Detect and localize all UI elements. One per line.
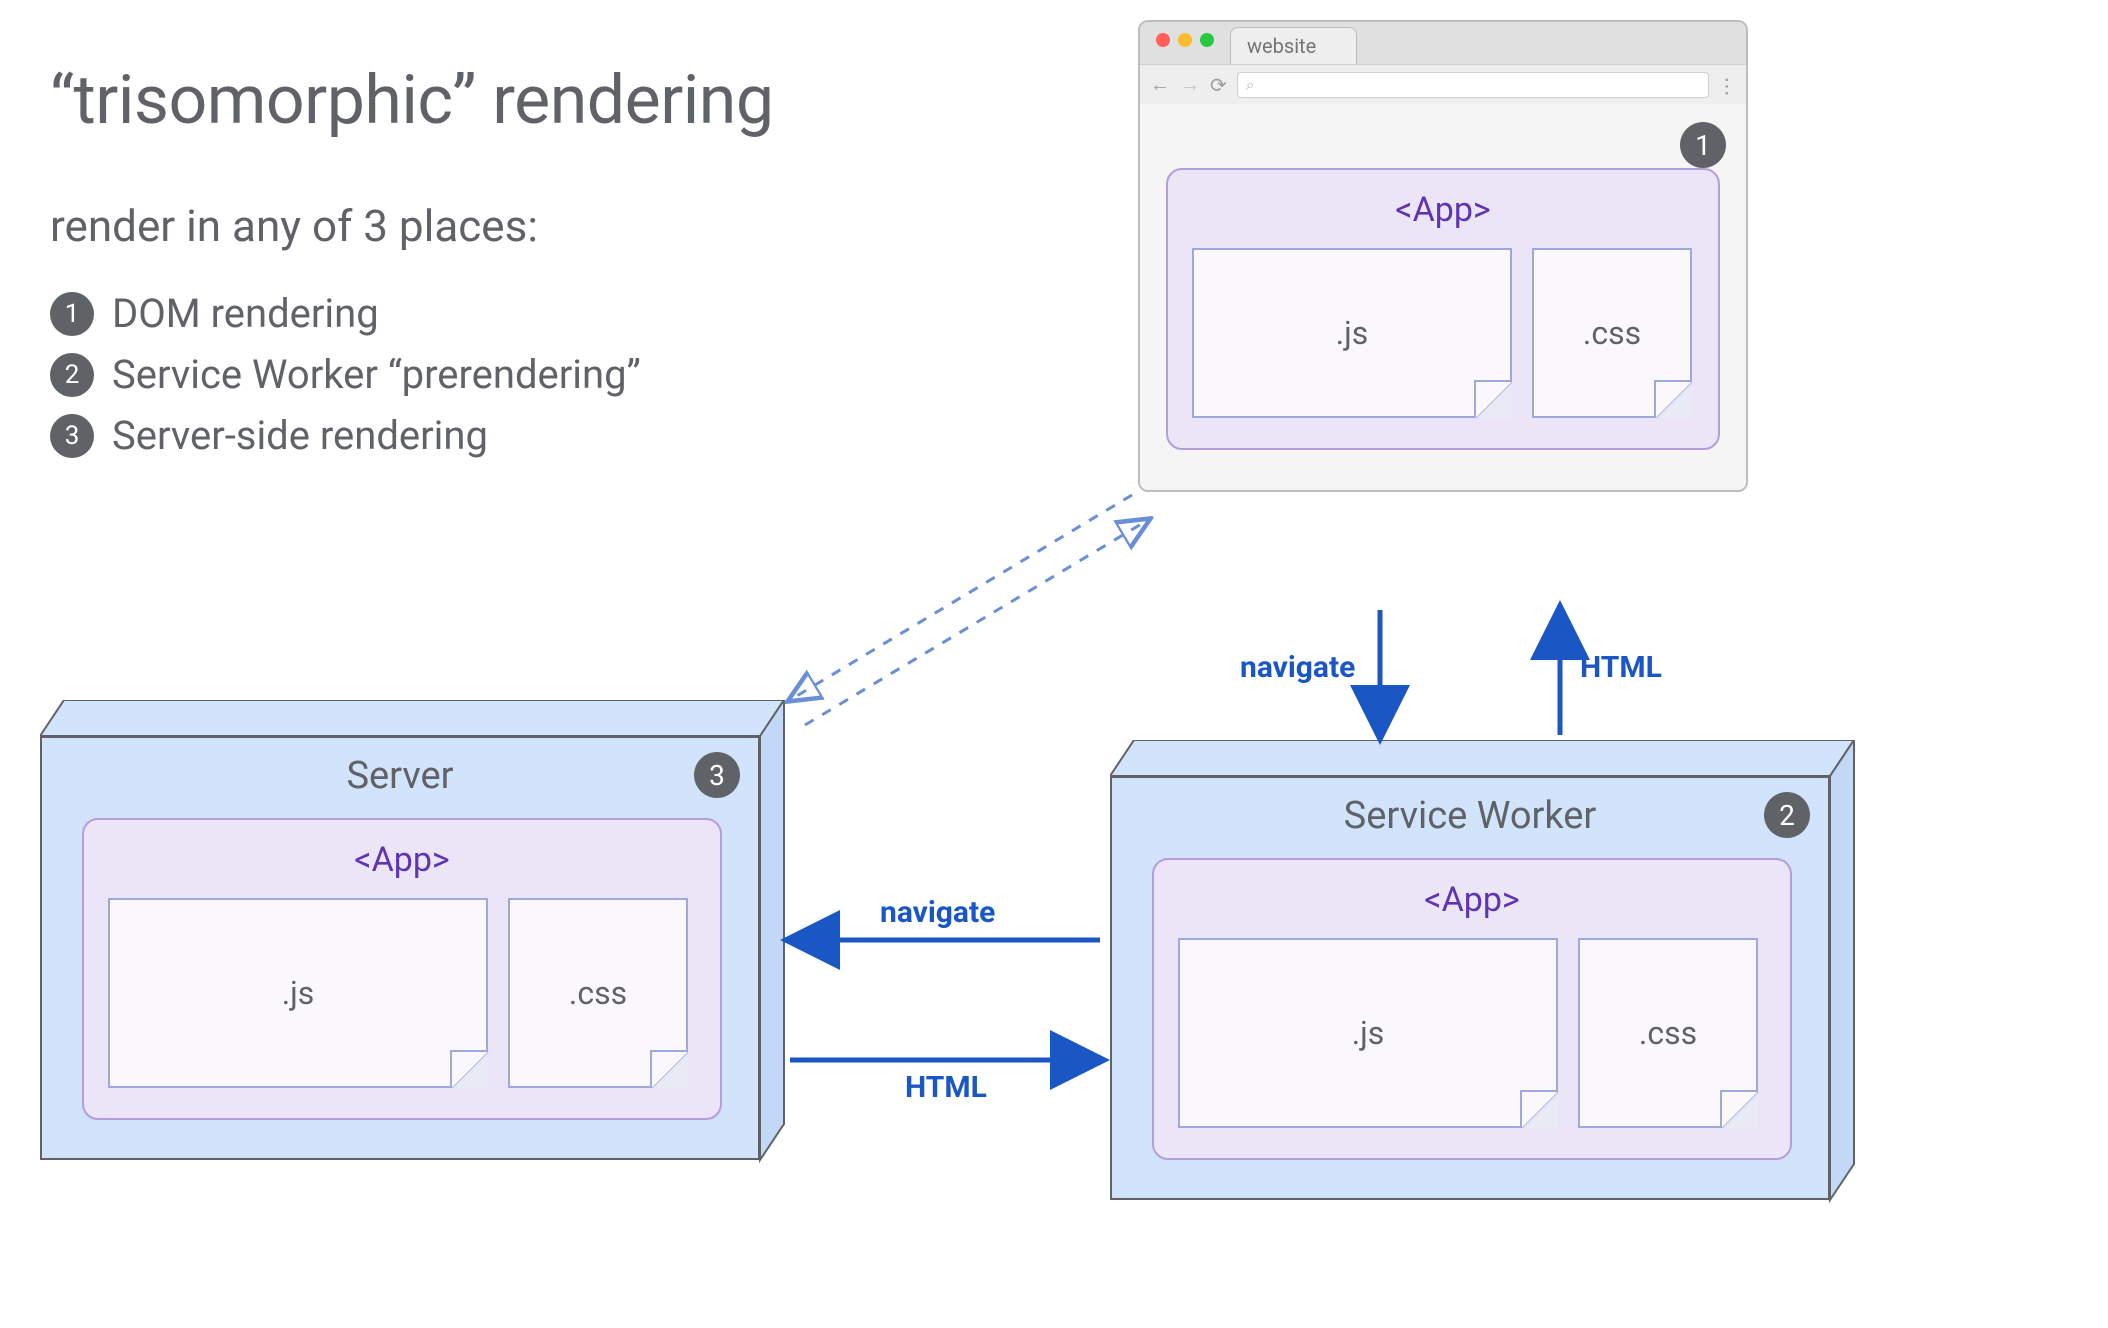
back-icon: ←	[1150, 72, 1170, 97]
file-css: .css	[508, 898, 688, 1088]
reload-icon: ⟳	[1210, 73, 1227, 97]
page-subtitle: render in any of 3 places:	[50, 200, 538, 252]
traffic-lights	[1152, 33, 1220, 53]
browser-tabbar: website	[1140, 22, 1746, 64]
list-item: 2 Service Worker “prerendering”	[50, 351, 641, 398]
search-icon: ⌕	[1246, 75, 1255, 95]
location-badge-sw: 2	[1764, 792, 1810, 838]
list-bullet: 1	[50, 292, 94, 336]
list-item-label: Server-side rendering	[112, 412, 488, 459]
list-item-label: DOM rendering	[112, 290, 379, 337]
browser-tab: website	[1230, 27, 1357, 64]
diagram-canvas: { "title": "\u201Ctrisomorphic\u201D ren…	[0, 0, 2108, 1328]
list-item: 3 Server-side rendering	[50, 412, 641, 459]
browser-viewport: 1 <App> .js .css	[1140, 104, 1746, 490]
service-worker-box: Service Worker 2 <App> .js .css	[1110, 740, 1830, 1200]
minimize-icon	[1178, 33, 1192, 47]
list-item-label: Service Worker “prerendering”	[112, 351, 641, 398]
app-panel: <App> .js .css	[1152, 858, 1792, 1160]
url-bar: ⌕	[1237, 72, 1709, 98]
app-title: <App>	[1192, 190, 1694, 230]
arrow-label-navigate-left: navigate	[880, 895, 995, 930]
arrow-label-navigate-down: navigate	[1240, 650, 1355, 685]
app-title: <App>	[108, 840, 696, 880]
file-js: .js	[1192, 248, 1512, 418]
arrow-label-html-right: HTML	[905, 1070, 987, 1105]
file-css: .css	[1578, 938, 1758, 1128]
maximize-icon	[1200, 33, 1214, 47]
service-worker-label: Service Worker	[1112, 794, 1828, 838]
server-box: Server 3 <App> .js .css	[40, 700, 760, 1160]
file-js: .js	[1178, 938, 1558, 1128]
file-css: .css	[1532, 248, 1692, 418]
forward-icon: →	[1180, 72, 1200, 97]
app-title: <App>	[1178, 880, 1766, 920]
app-panel: <App> .js .css	[82, 818, 722, 1120]
server-label: Server	[42, 754, 758, 798]
file-js: .js	[108, 898, 488, 1088]
location-badge-server: 3	[694, 752, 740, 798]
app-panel: <App> .js .css	[1166, 168, 1720, 450]
location-badge-browser: 1	[1680, 122, 1726, 168]
list-bullet: 2	[50, 353, 94, 397]
render-places-list: 1 DOM rendering 2 Service Worker “preren…	[50, 290, 641, 473]
close-icon	[1156, 33, 1170, 47]
menu-icon: ⋯	[1716, 76, 1740, 93]
browser-toolbar: ← → ⟳ ⌕ ⋯	[1140, 64, 1746, 104]
page-title: “trisomorphic” rendering	[50, 60, 774, 140]
browser-window: website ← → ⟳ ⌕ ⋯ 1 <App> .js	[1138, 20, 1748, 492]
arrow-label-html-up: HTML	[1580, 650, 1662, 685]
list-bullet: 3	[50, 414, 94, 458]
list-item: 1 DOM rendering	[50, 290, 641, 337]
